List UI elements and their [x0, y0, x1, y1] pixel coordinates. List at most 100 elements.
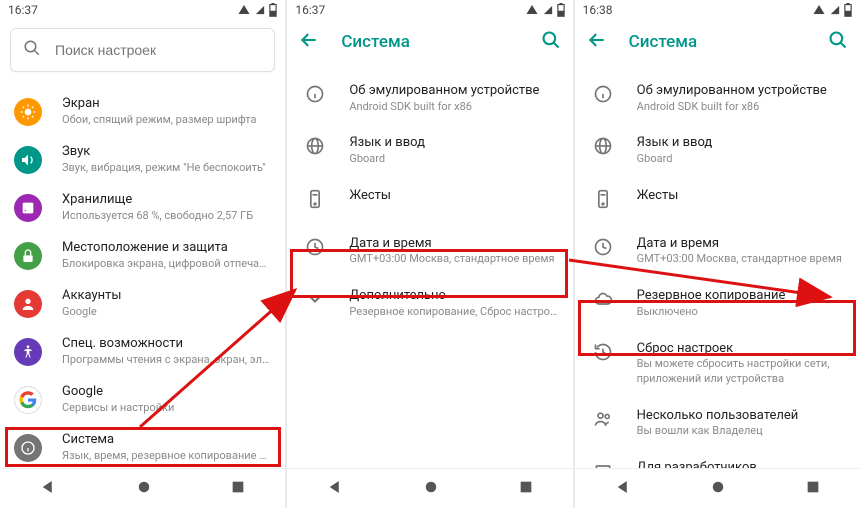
people-icon [589, 407, 617, 429]
sys-gestures[interactable]: Жесты [575, 177, 860, 225]
sys-developer[interactable]: Для разработчиков [575, 449, 860, 468]
sys-sub: Вы вошли как Владелец [637, 424, 846, 439]
sys-datetime[interactable]: Дата и времяGMT+03:00 Москва, стандартно… [287, 225, 572, 277]
sys-advanced[interactable]: ДополнительноРезервное копирование, Сбро… [287, 277, 572, 329]
sys-sub: Выключено [637, 305, 846, 320]
sys-sub: GMT+03:00 Москва, стандартное время [349, 252, 558, 267]
status-icons [525, 3, 565, 17]
sys-title: Сброс настроек [637, 340, 846, 358]
nav-home[interactable] [117, 472, 171, 506]
setting-google[interactable]: GoogleСервисы и настройки [0, 376, 285, 424]
sys-title: Для разработчиков [637, 459, 846, 468]
setting-system[interactable]: СистемаЯзык, время, резервное копировани… [0, 424, 285, 468]
settings-main-screen: 16:37 ЭкранОбои, спящий режим, размер шр… [0, 0, 285, 508]
nav-back[interactable] [21, 472, 75, 506]
page-title: Система [341, 32, 518, 52]
nav-bar [287, 468, 572, 508]
setting-storage[interactable]: ХранилищеИспользуется 68 %, свободно 2,5… [0, 184, 285, 232]
setting-sub: Язык, время, резервное копирование и обн… [62, 449, 271, 463]
topbar: Система [287, 20, 572, 64]
chevron-down-icon [301, 287, 329, 309]
system-expanded-screen: 16:38 Система Об эмулированном устройств… [575, 0, 860, 508]
status-bar: 16:37 [287, 0, 572, 20]
sys-title: Жесты [349, 187, 558, 205]
sys-datetime[interactable]: Дата и времяGMT+03:00 Москва, стандартно… [575, 225, 860, 277]
sys-language[interactable]: Язык и вводGboard [287, 124, 572, 176]
sys-title: Резервное копирование [637, 287, 846, 305]
sys-users[interactable]: Несколько пользователейВы вошли как Влад… [575, 397, 860, 449]
code-icon [589, 459, 617, 468]
sys-gestures[interactable]: Жесты [287, 177, 572, 225]
sys-about[interactable]: Об эмулированном устройствеAndroid SDK b… [287, 72, 572, 124]
language-icon [301, 134, 329, 156]
search-icon[interactable] [537, 26, 565, 58]
sys-title: Дата и время [349, 235, 558, 253]
gesture-icon [301, 187, 329, 209]
sys-about[interactable]: Об эмулированном устройствеAndroid SDK b… [575, 72, 860, 124]
setting-accessibility[interactable]: Спец. возможностиПрограммы чтения с экра… [0, 328, 285, 376]
nav-recent[interactable] [212, 473, 264, 505]
sys-title: Дата и время [637, 235, 846, 253]
sys-sub: Android SDK built for x86 [637, 100, 846, 115]
sys-language[interactable]: Язык и вводGboard [575, 124, 860, 176]
setting-title: Google [62, 384, 271, 401]
setting-sub: Блокировка экрана, цифровой отпечаток [62, 257, 271, 271]
nav-bar [0, 468, 285, 508]
back-arrow-icon[interactable] [295, 26, 323, 58]
setting-accounts[interactable]: АккаунтыGoogle [0, 280, 285, 328]
setting-title: Спец. возможности [62, 336, 271, 353]
sys-backup[interactable]: Резервное копированиеВыключено [575, 277, 860, 329]
nav-home[interactable] [691, 472, 745, 506]
setting-sound[interactable]: ЗвукЗвук, вибрация, режим "Не беспокоить… [0, 136, 285, 184]
nav-home[interactable] [404, 472, 458, 506]
system-list: Об эмулированном устройствеAndroid SDK b… [287, 64, 572, 330]
accessibility-icon [14, 338, 42, 366]
topbar: Система [575, 20, 860, 64]
status-bar: 16:37 [0, 0, 285, 20]
system-list: Об эмулированном устройствеAndroid SDK b… [575, 64, 860, 468]
nav-recent[interactable] [500, 473, 552, 505]
sys-sub: Вы можете сбросить настройки сети, прило… [637, 357, 846, 387]
sys-sub: Android SDK built for x86 [349, 100, 558, 115]
clock-icon [301, 235, 329, 257]
sys-title: Об эмулированном устройстве [349, 82, 558, 100]
status-icons [237, 3, 277, 17]
settings-list: ЭкранОбои, спящий режим, размер шрифта З… [0, 80, 285, 468]
setting-sub: Звук, вибрация, режим "Не беспокоить" [62, 161, 271, 175]
setting-sub: Google [62, 305, 271, 319]
nav-back[interactable] [308, 472, 362, 506]
info-icon [14, 434, 42, 462]
person-icon [14, 290, 42, 318]
nav-back[interactable] [596, 472, 650, 506]
setting-sub: Программы чтения с экрана, экран, элемен… [62, 353, 271, 367]
clock: 16:37 [295, 3, 325, 17]
system-collapsed-screen: 16:37 Система Об эмулированном устройств… [287, 0, 572, 508]
setting-title: Экран [62, 96, 271, 113]
gesture-icon [589, 187, 617, 209]
setting-title: Хранилище [62, 192, 271, 209]
search-input[interactable] [55, 42, 262, 58]
sys-title: Жесты [637, 187, 846, 205]
page-title: Система [629, 32, 806, 52]
search-icon[interactable] [824, 26, 852, 58]
display-icon [14, 98, 42, 126]
clock: 16:38 [583, 3, 613, 17]
sys-title: Дополнительно [349, 287, 558, 305]
google-icon [14, 386, 42, 414]
setting-display[interactable]: ЭкранОбои, спящий режим, размер шрифта [0, 88, 285, 136]
info-icon [301, 82, 329, 104]
sys-sub: Gboard [637, 152, 846, 167]
cloud-icon [589, 287, 617, 309]
sys-title: Об эмулированном устройстве [637, 82, 846, 100]
search-box[interactable] [10, 28, 275, 72]
storage-icon [14, 194, 42, 222]
search-icon [23, 39, 41, 61]
nav-recent[interactable] [787, 473, 839, 505]
sys-sub: GMT+03:00 Москва, стандартное время [637, 252, 846, 267]
setting-sub: Используется 68 %, свободно 2,57 ГБ [62, 209, 271, 223]
nav-bar [575, 468, 860, 508]
setting-security[interactable]: Местоположение и защитаБлокировка экрана… [0, 232, 285, 280]
back-arrow-icon[interactable] [583, 26, 611, 58]
sys-reset[interactable]: Сброс настроекВы можете сбросить настрой… [575, 330, 860, 397]
setting-sub: Сервисы и настройки [62, 401, 271, 415]
